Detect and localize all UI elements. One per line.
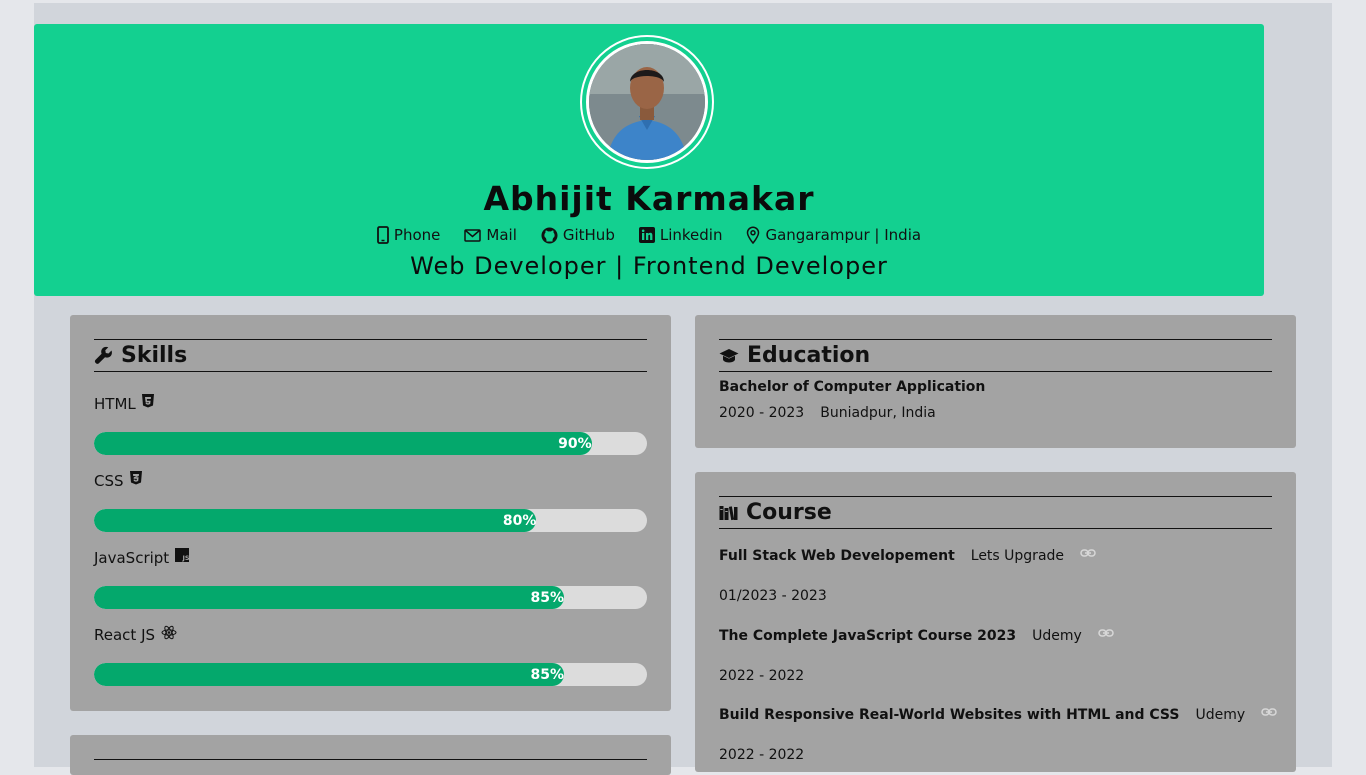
contact-phone[interactable]: Phone [377, 226, 440, 244]
profile-role: Web Developer | Frontend Developer [410, 252, 888, 280]
html5-icon [141, 394, 154, 408]
course-title: Course [746, 500, 832, 525]
skill-react-bar: 85% [94, 663, 647, 686]
course-provider: Lets Upgrade [970, 548, 1065, 564]
skill-js-bar: 85% [94, 586, 647, 609]
skill-js-fill: 85% [94, 586, 565, 609]
contact-location[interactable]: Gangarampur | India [746, 226, 921, 244]
phone-icon [377, 226, 389, 244]
course-item-3: Build Responsive Real-World Websites wit… [719, 707, 1277, 723]
skill-js-text: JavaScript [94, 549, 170, 567]
skill-react-label: React JS [94, 625, 177, 644]
location-icon [747, 226, 760, 244]
avatar-ring [580, 35, 714, 169]
skill-js-label: JavaScript JS [94, 548, 190, 567]
education-heading: Education [719, 339, 1272, 372]
course-item-1: Full Stack Web Developement Lets Upgrade [719, 548, 1096, 564]
link-icon[interactable] [1098, 628, 1114, 638]
skill-html-label: HTML [94, 394, 154, 413]
education-degree: Bachelor of Computer Application [719, 379, 986, 395]
course-provider: Udemy [1032, 628, 1082, 644]
contact-links: Phone Mail GitHub Linkedin Gangarampur |… [34, 226, 1264, 244]
skill-js-percent: 85% [530, 589, 565, 606]
education-years: 2020 - 2023 [719, 405, 805, 421]
github-icon [541, 227, 558, 243]
contact-linkedin[interactable]: Linkedin [638, 226, 723, 244]
avatar [586, 41, 708, 163]
skill-css-text: CSS [94, 472, 124, 490]
contact-mail-label: Mail [486, 226, 517, 244]
profile-photo [589, 44, 705, 160]
books-icon [719, 505, 738, 520]
react-icon [161, 625, 177, 639]
course-date: 01/2023 - 2023 [719, 588, 827, 604]
graduation-cap-icon [719, 348, 739, 362]
contact-github[interactable]: GitHub [541, 226, 615, 244]
skills-title: Skills [121, 343, 188, 368]
contact-location-label: Gangarampur | India [765, 226, 922, 244]
skill-css-label: CSS [94, 471, 142, 490]
education-title: Education [747, 343, 871, 368]
profile-header: Abhijit Karmakar Phone Mail GitHub Linke… [34, 24, 1264, 296]
course-name: Full Stack Web Developement [719, 548, 955, 564]
skill-react-fill: 85% [94, 663, 565, 686]
mail-icon [464, 228, 482, 242]
course-item-2: The Complete JavaScript Course 2023 Udem… [719, 628, 1114, 644]
skill-react-text: React JS [94, 626, 156, 644]
skill-react-percent: 85% [530, 666, 565, 683]
skill-css-fill: 80% [94, 509, 537, 532]
skill-css-percent: 80% [502, 512, 537, 529]
wrench-icon [94, 346, 112, 364]
course-provider: Udemy [1195, 707, 1246, 723]
contact-linkedin-label: Linkedin [659, 226, 723, 244]
js-icon: JS [175, 548, 190, 562]
linkedin-icon [638, 227, 655, 243]
course-date: 2022 - 2022 [719, 747, 805, 763]
contact-github-label: GitHub [562, 226, 615, 244]
education-location: Buniadpur, India [820, 405, 936, 421]
link-icon[interactable] [1080, 548, 1096, 558]
skills-heading: Skills [94, 339, 647, 372]
course-heading: Course [719, 496, 1272, 529]
contact-phone-label: Phone [393, 226, 441, 244]
skill-html-text: HTML [94, 395, 136, 413]
contact-mail[interactable]: Mail [464, 226, 517, 244]
skills-card: Skills HTML 90% CSS 80% JavaScript JS 85… [70, 315, 671, 711]
svg-text:JS: JS [182, 554, 190, 562]
course-date: 2022 - 2022 [719, 668, 805, 684]
skill-html-bar: 90% [94, 432, 647, 455]
course-card: Course Full Stack Web Developement Lets … [695, 472, 1296, 772]
next-section-divider [94, 759, 647, 760]
profile-name: Abhijit Karmakar [483, 179, 815, 218]
education-card: Education Bachelor of Computer Applicati… [695, 315, 1296, 448]
course-name: The Complete JavaScript Course 2023 [719, 628, 1017, 644]
education-meta: 2020 - 2023 Buniadpur, India [719, 405, 936, 421]
css3-icon [129, 471, 142, 485]
link-icon[interactable] [1261, 707, 1277, 717]
skill-html-percent: 90% [558, 435, 592, 452]
skill-css-bar: 80% [94, 509, 647, 532]
course-name: Build Responsive Real-World Websites wit… [719, 707, 1180, 723]
skill-html-fill: 90% [94, 432, 592, 455]
next-section-card [70, 735, 671, 775]
